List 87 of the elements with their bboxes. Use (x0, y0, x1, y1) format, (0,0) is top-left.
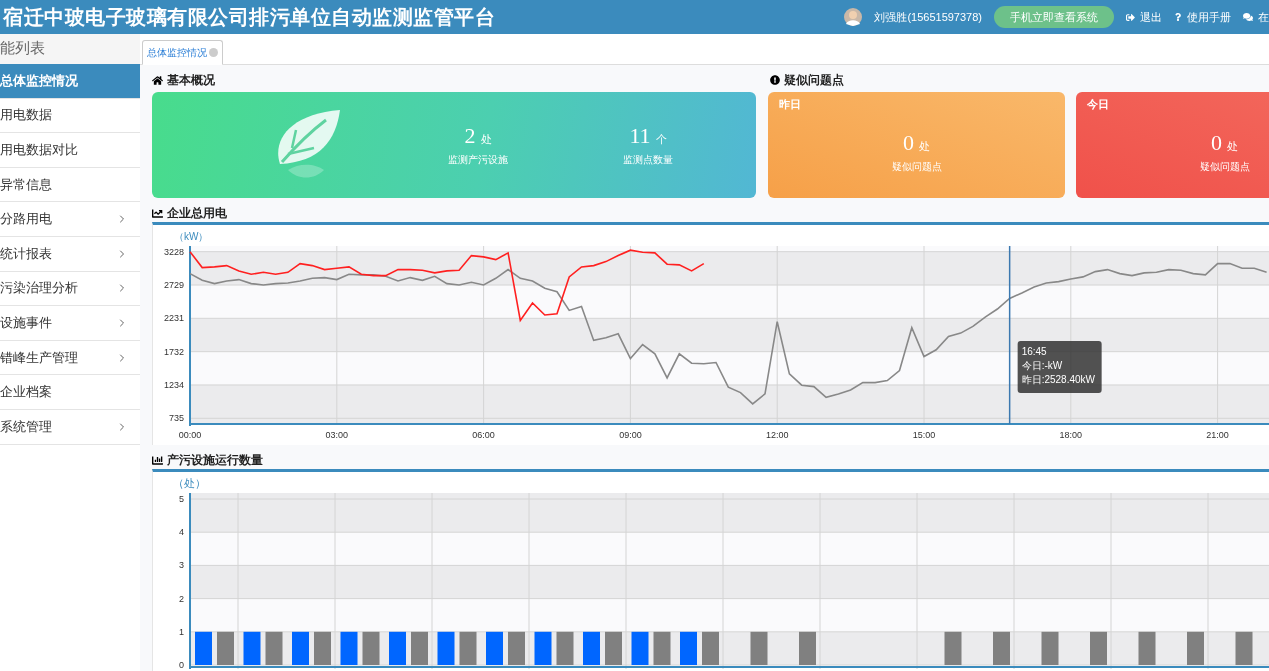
tooltip: 16:45 今日:-kW 昨日:2528.40kW (1017, 341, 1102, 393)
item-label: 污染治理分析 (0, 279, 78, 298)
axis-label: 09:00 (619, 430, 642, 440)
axis-label: 0 (179, 660, 184, 670)
section-title: 基本概况 (167, 71, 215, 89)
avatar (844, 8, 863, 26)
alert-icon (770, 75, 780, 85)
line-chart-icon (152, 207, 163, 219)
axis-label: 3228 (163, 246, 184, 257)
leaf-icon (276, 110, 342, 180)
item-label: 错峰生产管理 (0, 348, 78, 367)
link-label: 退出 (1140, 9, 1162, 25)
axis-label: 735 (168, 413, 184, 424)
item-label: 系统管理 (0, 417, 52, 436)
item-label: 用电数据 (0, 106, 52, 125)
item-label: 设施事件 (0, 313, 52, 332)
help-icon (1174, 13, 1182, 21)
axis-label: 2729 (163, 280, 184, 291)
axis-label: 2231 (163, 313, 184, 324)
app-title: 宿迁中玻电子玻璃有限公司排污单位自动监测监管平台 (2, 3, 495, 31)
axis-label: 00:00 (178, 430, 202, 440)
section-title: 产污设施运行数量 (167, 451, 263, 469)
stat-label: 疑似问题点 (891, 160, 942, 174)
item-label: 用电数据对比 (0, 141, 78, 159)
bar (411, 631, 428, 665)
header-link[interactable]: 使用手册 (1174, 9, 1231, 25)
logout-icon (1126, 12, 1135, 22)
section-title: 企业总用电 (167, 204, 227, 222)
axis-label: 1234 (163, 379, 184, 390)
bar-chart-icon (152, 454, 163, 466)
bar (605, 631, 622, 665)
axis-label: 21:00 (1206, 430, 1229, 440)
bar (702, 631, 719, 665)
bar (583, 631, 600, 665)
annotation: 16:45 今日:-kW 昨日:2528.40kW (1021, 346, 1096, 385)
axis-label: 03:00 (325, 430, 349, 440)
axis-label: 5 (179, 494, 184, 504)
card-title: 今日 (1087, 97, 1109, 112)
stat-value: 0 处 (903, 130, 930, 156)
home-icon (152, 74, 163, 86)
bar (1090, 631, 1107, 665)
stat-label: 监测点数量 (623, 153, 673, 167)
bar (389, 631, 406, 665)
sidebar-title: 能列表 (0, 34, 140, 64)
card-title: 昨日 (779, 97, 801, 112)
tab[interactable]: 总体监控情况 (142, 40, 223, 65)
bar (292, 631, 309, 665)
tab-label: 总体监控情况 (147, 45, 207, 60)
axis-unit: （处） (173, 477, 206, 489)
bar (993, 631, 1010, 665)
axis-label: 4 (179, 527, 184, 538)
header-link[interactable]: 在 (1243, 9, 1269, 25)
axis-label: 1 (179, 626, 184, 637)
user-name: 刘强胜(15651597378) (874, 9, 982, 25)
axis-label: 18:00 (1059, 430, 1083, 440)
item-label: 统计报表 (0, 244, 52, 263)
item-label: 异常信息 (0, 175, 52, 194)
axis-label: 15:00 (912, 430, 936, 440)
stat-value: 2 处 (464, 123, 492, 149)
axis-label: 06:00 (472, 430, 495, 440)
stat-label: 疑似问题点 (1199, 160, 1250, 174)
item-label: 分路用电 (0, 210, 52, 229)
axis-label: 1732 (163, 346, 184, 357)
bar (799, 631, 816, 665)
link-label: 在 (1258, 9, 1269, 25)
bar (486, 631, 503, 665)
link-label: 使用手册 (1187, 9, 1231, 25)
axis-unit: （kW） (174, 231, 209, 242)
axis-label: 12:00 (765, 430, 789, 440)
chat-icon (1243, 12, 1253, 22)
close-icon[interactable] (209, 48, 218, 57)
bar (217, 631, 234, 665)
section-title: 疑似问题点 (784, 71, 844, 89)
bar (314, 631, 331, 665)
header-link[interactable]: 退出 (1126, 9, 1162, 25)
stat-value: 0 处 (1211, 130, 1238, 156)
sidebar-item[interactable]: 总体监控情况 (0, 64, 140, 99)
bar (195, 631, 212, 665)
axis-label: 2 (179, 593, 184, 604)
item-label: 企业档案 (0, 383, 52, 402)
bar (508, 631, 525, 665)
axis-label: 3 (179, 560, 184, 571)
item-label: 总体监控情况 (0, 71, 78, 90)
stat-label: 监测产污设施 (448, 153, 508, 167)
bar (680, 631, 697, 665)
bar (1187, 631, 1204, 665)
stat-value: 11 个 (629, 123, 667, 149)
